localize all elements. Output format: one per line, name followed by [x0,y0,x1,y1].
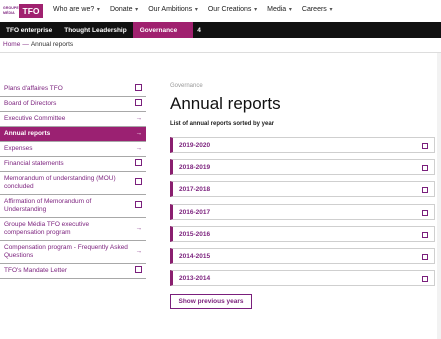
report-item-2013-2014[interactable]: 2013-2014 [170,270,435,287]
arrow-right-icon: → [135,248,143,255]
report-item-2019-2020[interactable]: 2019-2020 [170,137,435,153]
sidebar-item-mandate-letter[interactable]: TFO's Mandate Letter [0,264,146,279]
report-item-2014-2015[interactable]: 2014-2015 [170,247,435,264]
tab-4[interactable]: 4 [193,22,205,38]
tfo-logo[interactable]: GROUPE MÉDIA TFO [3,4,43,18]
nav-our-ambitions[interactable]: Our Ambitions ▾ [148,6,198,13]
chevron-down-icon: ▾ [252,7,258,13]
external-link-icon [135,266,142,276]
chevron-down-icon: ▾ [327,7,333,13]
page-subtitle: List of annual reports sorted by year [170,121,275,127]
header: GROUPE MÉDIA TFO Who are we? ▾ Donate ▾ … [0,0,441,22]
arrow-right-icon: → [135,145,143,152]
external-link-icon [422,143,428,149]
sidebar-item-annual-reports[interactable]: Annual reports → [0,127,146,142]
chevron-down-icon: ▾ [133,7,139,13]
sidebar-item-plans-affaires[interactable]: Plans d'affaires TFO [0,82,146,97]
sidebar-item-financial-statements[interactable]: Financial statements [0,157,146,172]
report-item-2017-2018[interactable]: 2017-2018 [170,181,435,198]
main-nav: Who are we? ▾ Donate ▾ Our Ambitions ▾ O… [53,6,332,13]
arrow-right-icon: → [135,115,143,122]
nav-our-creations[interactable]: Our Creations ▾ [208,6,257,13]
report-item-2015-2016[interactable]: 2015-2016 [170,225,435,242]
external-link-icon [422,209,428,216]
external-link-icon [135,178,142,188]
tab-tfo-enterprise[interactable]: TFO enterprise [0,22,58,38]
tab-thought-leadership[interactable]: Thought Leadership [58,22,132,38]
external-link-icon [422,187,428,194]
external-link-icon [135,99,142,109]
report-item-2018-2019[interactable]: 2018-2019 [170,159,435,176]
nav-donate[interactable]: Donate ▾ [110,6,138,13]
sidebar-item-affirmation-mou[interactable]: Affirmation of Memorandum of Understandi… [0,195,146,218]
arrow-right-icon: → [135,225,143,232]
external-link-icon [422,231,428,238]
breadcrumb-current: Annual reports [30,41,74,48]
external-link-icon [422,253,428,260]
external-link-icon [422,165,428,172]
breadcrumb: Home — Annual reports [3,41,73,48]
sidebar-item-executive-committee[interactable]: Executive Committee → [0,112,146,127]
external-link-icon [135,84,142,94]
sidebar: Plans d'affaires TFO Board of Directors … [0,82,146,279]
nav-media[interactable]: Media ▾ [267,6,292,13]
show-previous-years-button[interactable]: Show previous years [170,294,252,309]
arrow-right-icon: → [135,130,143,137]
sidebar-item-mou-concluded[interactable]: Memorandum of understanding (MOU) conclu… [0,172,146,195]
chevron-down-icon: ▾ [287,7,292,13]
breadcrumb-home[interactable]: Home [3,41,20,48]
sub-navigation-bar: TFO enterprise Thought Leadership Govern… [0,22,441,38]
tab-governance[interactable]: Governance [132,22,194,38]
logo-text: TFO [19,4,43,18]
external-link-icon [422,276,428,283]
logo-subtext: GROUPE MÉDIA [3,6,19,15]
sidebar-item-compensation-faq[interactable]: Compensation program - Frequently Asked … [0,241,146,264]
nav-who-are-we[interactable]: Who are we? ▾ [53,6,100,13]
sidebar-item-board-of-directors[interactable]: Board of Directors [0,97,146,112]
external-link-icon [135,159,142,169]
section-eyebrow: Governance [170,83,203,89]
external-link-icon [135,201,142,211]
page-title: Annual reports [170,94,281,113]
sidebar-item-expenses[interactable]: Expenses → [0,142,146,157]
scrollbar[interactable] [437,53,441,339]
divider [0,52,441,53]
chevron-down-icon: ▾ [95,7,100,13]
nav-careers[interactable]: Careers ▾ [302,6,333,13]
chevron-down-icon: ▾ [193,7,198,13]
report-item-2016-2017[interactable]: 2016-2017 [170,203,435,220]
breadcrumb-separator: — [22,41,29,48]
report-list: 2019-2020 2018-2019 2017-2018 2016-2017 … [170,137,435,292]
sidebar-item-executive-compensation[interactable]: Groupe Média TFO executive compensation … [0,218,146,241]
